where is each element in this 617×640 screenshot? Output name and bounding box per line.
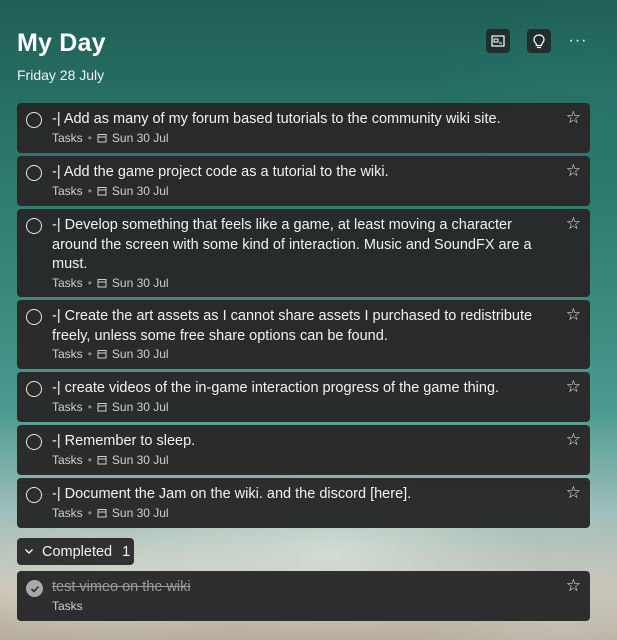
background-button[interactable] — [486, 29, 510, 53]
more-icon: ··· — [568, 32, 588, 49]
task-meta: Tasks • Sun 30 Jul — [52, 453, 169, 467]
star-icon[interactable]: ☆ — [566, 162, 581, 179]
calendar-icon — [97, 279, 107, 288]
complete-checkbox[interactable] — [26, 218, 42, 234]
task-list-name: Tasks — [52, 184, 83, 198]
task-list-name: Tasks — [52, 276, 83, 290]
separator-dot: • — [87, 453, 92, 467]
page-date: Friday 28 July — [17, 67, 105, 83]
task-title: -| Add the game project code as a tutori… — [52, 164, 389, 180]
complete-checkbox[interactable] — [26, 381, 42, 397]
complete-checkbox[interactable] — [26, 112, 42, 128]
calendar-icon — [97, 134, 107, 143]
star-icon[interactable]: ☆ — [566, 109, 581, 126]
task-item[interactable]: -| Develop something that feels like a g… — [17, 209, 590, 297]
completed-section-toggle[interactable]: Completed 1 — [17, 538, 134, 565]
task-due-date: Sun 30 Jul — [111, 184, 169, 198]
calendar-icon — [97, 403, 107, 412]
task-due-date: Sun 30 Jul — [111, 131, 169, 145]
separator-dot: • — [87, 276, 92, 290]
task-due-date: Sun 30 Jul — [111, 347, 169, 361]
complete-checkbox[interactable] — [26, 309, 42, 325]
complete-checkbox[interactable] — [26, 165, 42, 181]
task-title: -| Document the Jam on the wiki. and the… — [52, 486, 412, 502]
star-icon[interactable]: ☆ — [566, 306, 581, 323]
separator-dot: • — [87, 184, 92, 198]
star-icon[interactable]: ☆ — [566, 215, 581, 232]
completed-task-item[interactable]: test vimeo on the wiki Tasks ☆ — [17, 571, 590, 621]
task-list-name: Tasks — [52, 400, 83, 414]
task-title: -| create videos of the in-game interact… — [52, 380, 500, 396]
task-due-date: Sun 30 Jul — [111, 400, 169, 414]
task-list-name: Tasks — [52, 131, 83, 145]
completed-count: 1 — [122, 543, 131, 560]
task-item[interactable]: -| Add as many of my forum based tutoria… — [17, 103, 590, 153]
star-icon[interactable]: ☆ — [566, 577, 581, 594]
task-meta: Tasks • Sun 30 Jul — [52, 276, 169, 290]
task-meta: Tasks • Sun 30 Jul — [52, 184, 169, 198]
task-meta: Tasks — [52, 599, 83, 613]
task-item[interactable]: -| create videos of the in-game interact… — [17, 372, 590, 422]
task-list-name: Tasks — [52, 453, 83, 467]
complete-checkbox[interactable] — [26, 487, 42, 503]
more-options-button[interactable]: ··· — [565, 29, 591, 53]
task-title: -| Add as many of my forum based tutoria… — [52, 111, 501, 127]
task-title: test vimeo on the wiki — [52, 579, 191, 595]
calendar-icon — [97, 456, 107, 465]
task-meta: Tasks • Sun 30 Jul — [52, 131, 169, 145]
task-meta: Tasks • Sun 30 Jul — [52, 506, 169, 520]
lightbulb-icon — [533, 33, 545, 48]
task-title: -| Remember to sleep. — [52, 433, 196, 449]
page-title: My Day — [17, 29, 106, 57]
task-title: -| Develop something that feels like a g… — [52, 217, 532, 272]
separator-dot: • — [87, 400, 92, 414]
task-due-date: Sun 30 Jul — [111, 506, 169, 520]
task-item[interactable]: -| Document the Jam on the wiki. and the… — [17, 478, 590, 528]
calendar-icon — [97, 187, 107, 196]
task-item[interactable]: -| Add the game project code as a tutori… — [17, 156, 590, 206]
task-item[interactable]: -| Create the art assets as I cannot sha… — [17, 300, 590, 369]
task-due-date: Sun 30 Jul — [111, 453, 169, 467]
task-list-name: Tasks — [52, 506, 83, 520]
complete-checkbox[interactable] — [26, 434, 42, 450]
checkmark-icon — [30, 585, 39, 593]
separator-dot: • — [87, 506, 92, 520]
task-meta: Tasks • Sun 30 Jul — [52, 347, 169, 361]
star-icon[interactable]: ☆ — [566, 378, 581, 395]
calendar-icon — [97, 350, 107, 359]
task-item[interactable]: -| Remember to sleep. Tasks • Sun 30 Jul… — [17, 425, 590, 475]
background-icon — [491, 35, 505, 47]
task-list-name: Tasks — [52, 347, 83, 361]
suggestions-button[interactable] — [527, 29, 551, 53]
task-meta: Tasks • Sun 30 Jul — [52, 400, 169, 414]
completed-checkbox[interactable] — [26, 580, 43, 597]
separator-dot: • — [87, 347, 92, 361]
task-title: -| Create the art assets as I cannot sha… — [52, 308, 533, 344]
task-due-date: Sun 30 Jul — [111, 276, 169, 290]
separator-dot: • — [87, 131, 92, 145]
chevron-down-icon — [25, 549, 33, 554]
calendar-icon — [97, 509, 107, 518]
task-list-name: Tasks — [52, 599, 83, 613]
star-icon[interactable]: ☆ — [566, 431, 581, 448]
completed-label: Completed — [42, 543, 113, 560]
star-icon[interactable]: ☆ — [566, 484, 581, 501]
